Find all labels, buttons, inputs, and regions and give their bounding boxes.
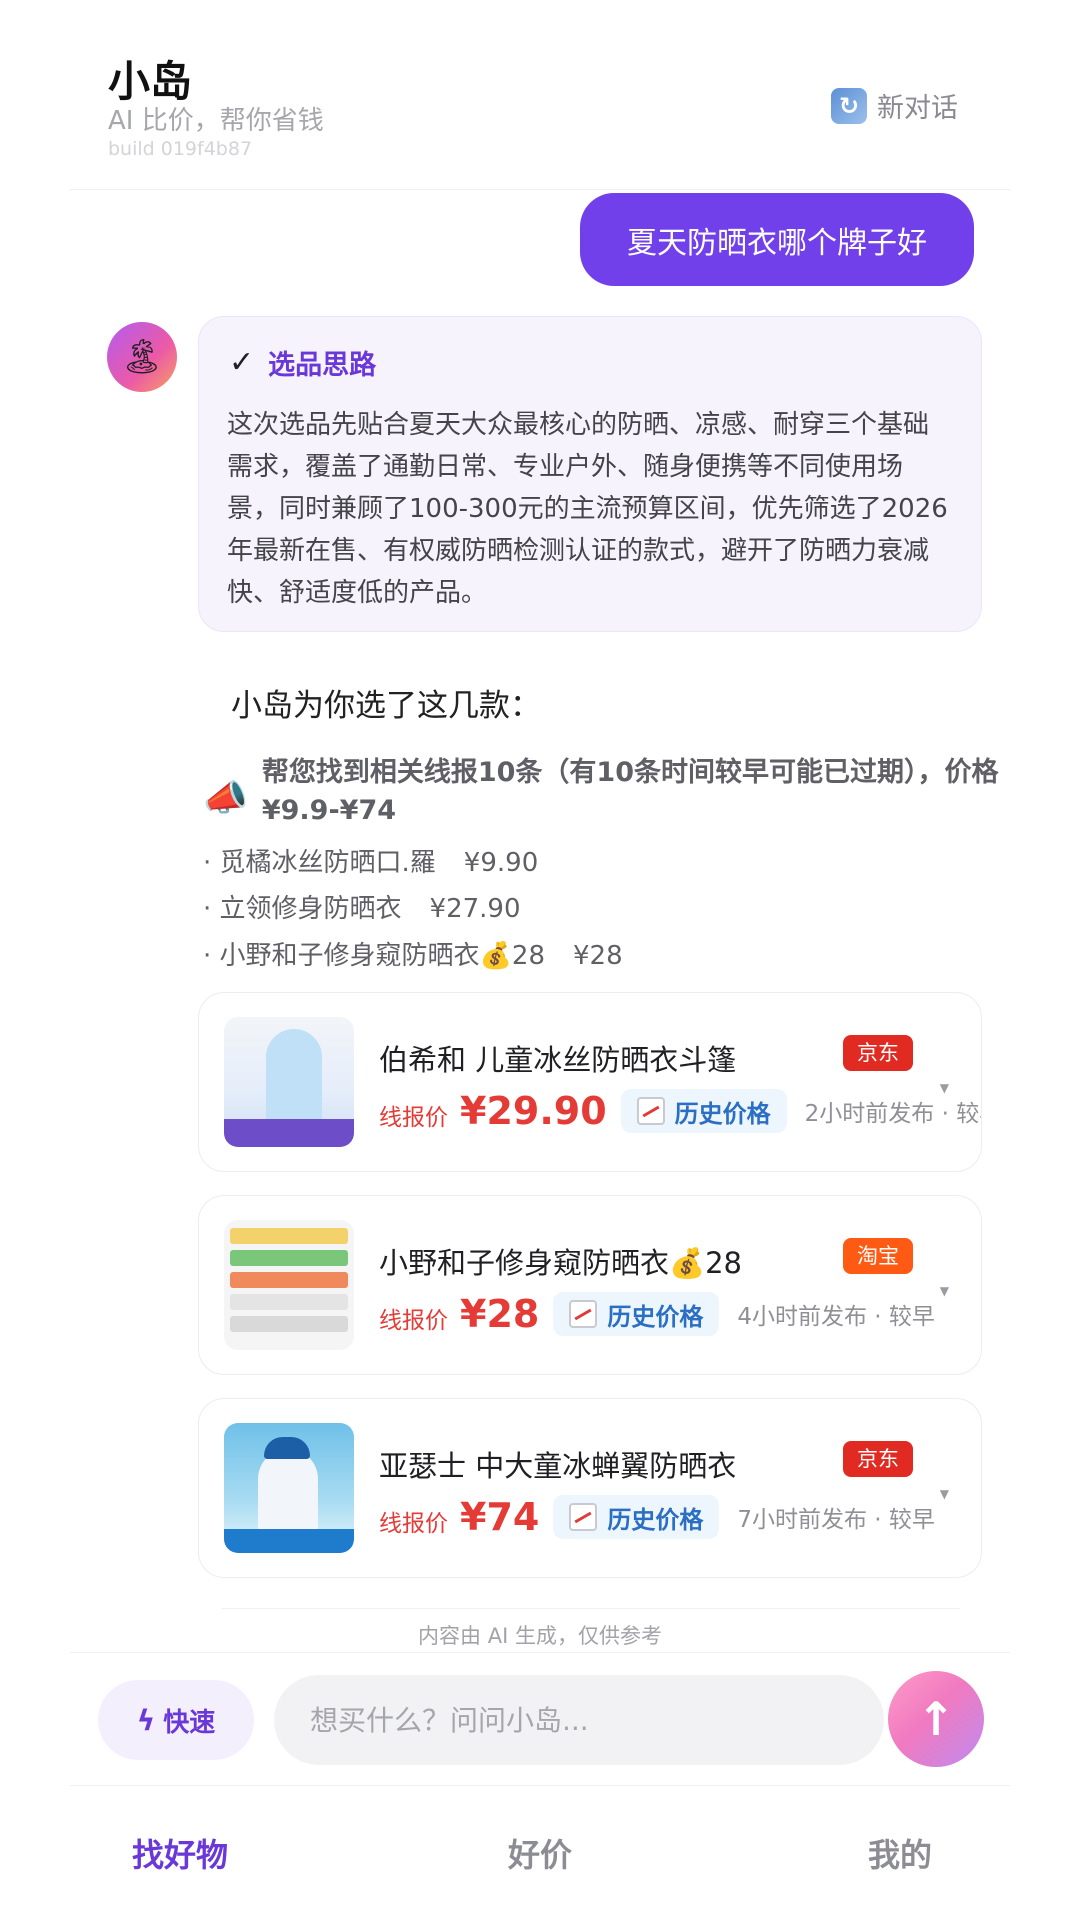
megaphone-icon: 📣 bbox=[203, 778, 248, 819]
price-row: 线报价 ¥74 历史价格 7小时前发布 · 较早 bbox=[379, 1495, 935, 1539]
chevron-down-icon[interactable]: ▼ bbox=[940, 1081, 949, 1095]
app-subtitle: AI 比价，帮你省钱 bbox=[108, 106, 324, 136]
deal-item[interactable]: · 觅橘冰丝防晒口.羅 ¥9.90 bbox=[203, 842, 538, 879]
publish-time: 4小时前发布 · 较早 bbox=[737, 1304, 935, 1330]
deal-item[interactable]: · 立领修身防晒衣 ¥27.90 bbox=[203, 888, 521, 925]
chevron-down-icon[interactable]: ▼ bbox=[940, 1487, 949, 1501]
platform-badge: 京东 bbox=[843, 1035, 913, 1071]
arrow-up-icon: ↑ bbox=[916, 1692, 956, 1746]
platform-badge: 淘宝 bbox=[843, 1238, 913, 1274]
new-chat-label: 新对话 bbox=[877, 93, 958, 124]
check-icon: ✓ bbox=[229, 345, 255, 380]
reasoning-title: 选品思路 bbox=[268, 350, 377, 381]
composer: ϟ 快速 ↑ bbox=[70, 1652, 1010, 1786]
product-image[interactable] bbox=[224, 1220, 354, 1350]
history-price-label: 历史价格 bbox=[607, 1505, 704, 1534]
history-price-button[interactable]: 历史价格 bbox=[553, 1292, 720, 1336]
chart-icon bbox=[569, 1503, 598, 1531]
history-price-label: 历史价格 bbox=[674, 1099, 771, 1128]
publish-time: 2小时前发布 · 较早 bbox=[804, 1101, 981, 1127]
product-name: 小野和子修身窥防晒衣💰28 bbox=[379, 1246, 743, 1280]
ask-input[interactable] bbox=[274, 1675, 884, 1765]
product-name: 伯希和 儿童冰丝防晒衣斗篷 bbox=[379, 1043, 737, 1077]
price-row: 线报价 ¥28 历史价格 4小时前发布 · 较早 bbox=[379, 1292, 935, 1336]
platform-badge: 京东 bbox=[843, 1441, 913, 1477]
tab-mine[interactable]: 我的 bbox=[720, 1790, 1080, 1920]
price-value: ¥28 bbox=[460, 1292, 540, 1336]
palm-island-icon: 🏝 bbox=[120, 337, 164, 377]
product-image[interactable] bbox=[224, 1017, 354, 1147]
lightning-icon: ϟ bbox=[136, 1703, 156, 1737]
price-label: 线报价 bbox=[379, 1105, 448, 1131]
deal-item-price: ¥9.90 bbox=[463, 848, 539, 878]
history-price-button[interactable]: 历史价格 bbox=[553, 1495, 720, 1539]
publish-time: 7小时前发布 · 较早 bbox=[737, 1507, 935, 1533]
chevron-down-icon[interactable]: ▼ bbox=[940, 1284, 949, 1298]
divider bbox=[222, 1608, 960, 1609]
price-row: 线报价 ¥29.90 历史价格 2小时前发布 · 较早 bbox=[379, 1089, 981, 1133]
chart-icon bbox=[636, 1097, 665, 1125]
deals-summary-text: 帮您找到相关线报10条（有10条时间较早可能已过期），价格¥9.9-¥74 bbox=[261, 757, 999, 826]
product-image[interactable] bbox=[224, 1423, 354, 1553]
quick-mode-label: 快速 bbox=[163, 1707, 216, 1738]
deal-item-price: ¥27.90 bbox=[429, 894, 521, 924]
build-label: build 019f4b87 bbox=[108, 138, 253, 160]
history-price-button[interactable]: 历史价格 bbox=[620, 1089, 787, 1133]
tab-good-deals[interactable]: 好价 bbox=[360, 1790, 720, 1920]
price-label: 线报价 bbox=[379, 1308, 448, 1334]
price-value: ¥29.90 bbox=[460, 1089, 607, 1133]
assistant-avatar: 🏝 bbox=[107, 322, 177, 392]
deals-summary: 📣 帮您找到相关线报10条（有10条时间较早可能已过期），价格¥9.9-¥74 bbox=[203, 754, 1033, 830]
selection-reasoning-card: ✓ 选品思路 这次选品先贴合夏天大众最核心的防晒、凉感、耐穿三个基础需求，覆盖了… bbox=[198, 316, 982, 632]
picks-title: 小岛为你选了这几款： bbox=[231, 688, 541, 724]
new-chat-button[interactable]: ↻ 新对话 bbox=[831, 86, 958, 125]
product-card[interactable]: 伯希和 儿童冰丝防晒衣斗篷 京东 线报价 ¥29.90 历史价格 2小时前发布 … bbox=[198, 992, 982, 1172]
history-price-label: 历史价格 bbox=[607, 1302, 704, 1331]
tab-find-goods[interactable]: 找好物 bbox=[0, 1790, 360, 1920]
quick-mode-button[interactable]: ϟ 快速 bbox=[98, 1680, 254, 1760]
refresh-icon: ↻ bbox=[831, 87, 867, 124]
chart-icon bbox=[569, 1300, 598, 1328]
price-label: 线报价 bbox=[379, 1511, 448, 1537]
reasoning-body: 这次选品先贴合夏天大众最核心的防晒、凉感、耐穿三个基础需求，覆盖了通勤日常、专业… bbox=[227, 410, 948, 608]
send-button[interactable]: ↑ bbox=[888, 1671, 984, 1767]
price-value: ¥74 bbox=[460, 1495, 540, 1539]
header: 小岛 AI 比价，帮你省钱 build 019f4b87 ↻ 新对话 bbox=[70, 0, 1010, 190]
reasoning-header[interactable]: ✓ 选品思路 bbox=[229, 343, 953, 382]
product-name: 亚瑟士 中大童冰蝉翼防晒衣 bbox=[379, 1449, 737, 1483]
deal-item-name: · 觅橘冰丝防晒口.羅 bbox=[203, 848, 436, 878]
deal-item-name: · 小野和子修身窥防晒衣💰28 bbox=[203, 941, 545, 971]
bottom-nav: 找好物 好价 我的 bbox=[0, 1790, 1080, 1920]
product-card[interactable]: 小野和子修身窥防晒衣💰28 淘宝 线报价 ¥28 历史价格 4小时前发布 · 较… bbox=[198, 1195, 982, 1375]
deal-item-name: · 立领修身防晒衣 bbox=[203, 894, 402, 924]
product-card[interactable]: 亚瑟士 中大童冰蝉翼防晒衣 京东 线报价 ¥74 历史价格 7小时前发布 · 较… bbox=[198, 1398, 982, 1578]
deal-item[interactable]: · 小野和子修身窥防晒衣💰28 ¥28 bbox=[203, 935, 623, 972]
ai-disclaimer: 内容由 AI 生成，仅供参考 bbox=[418, 1624, 662, 1648]
deal-item-price: ¥28 bbox=[573, 941, 623, 971]
user-message-bubble: 夏天防晒衣哪个牌子好 bbox=[580, 193, 974, 286]
